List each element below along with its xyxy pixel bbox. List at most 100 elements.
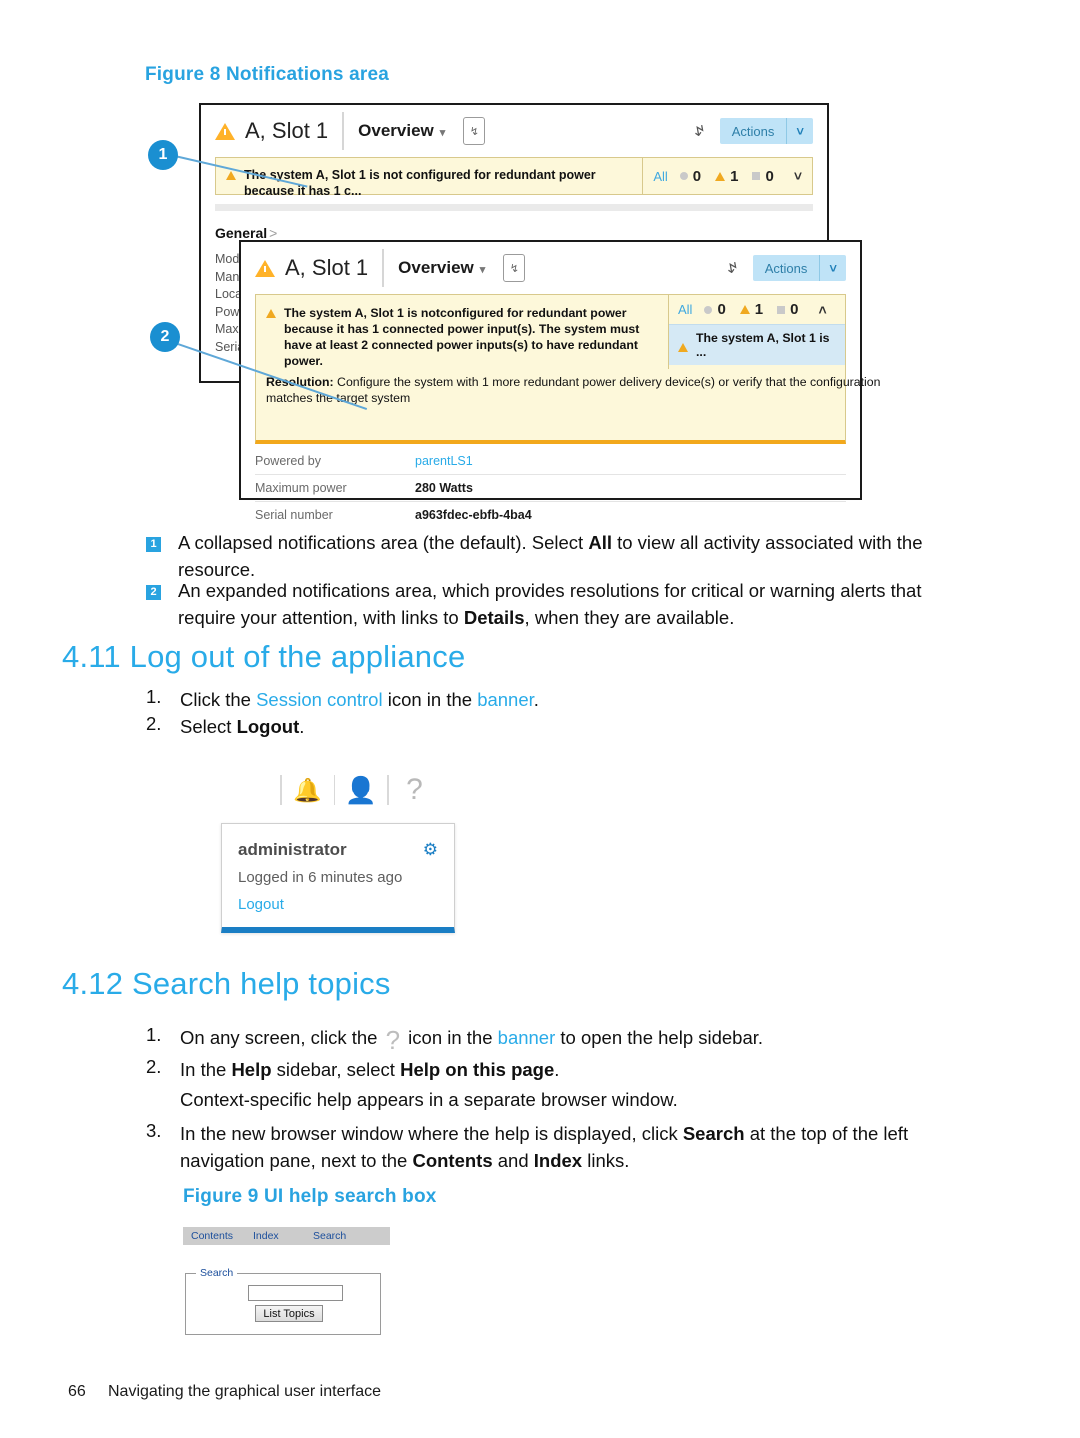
all-filter-link[interactable]: All bbox=[653, 169, 667, 184]
banner-link[interactable]: banner bbox=[498, 1027, 556, 1048]
share-icon[interactable]: ↯ bbox=[693, 122, 706, 140]
tab-search[interactable]: Search bbox=[313, 1230, 346, 1242]
panel2-notification-area: The system A, Slot 1 is notconfigured fo… bbox=[255, 294, 880, 444]
chevron-down-icon: ▾ bbox=[439, 127, 446, 139]
ok-count: 0 bbox=[692, 167, 702, 185]
panel1-view-label: Overview bbox=[358, 121, 434, 140]
detail-value: 280 Watts bbox=[415, 481, 473, 495]
step-number: 2. bbox=[146, 713, 162, 734]
ok-status-icon bbox=[679, 172, 688, 180]
session-control-link[interactable]: Session control bbox=[256, 689, 382, 710]
list-topics-button[interactable]: List Topics bbox=[255, 1305, 323, 1322]
detail-value: a963fdec-ebfb-4ba4 bbox=[415, 508, 532, 522]
panel2-notification-list-item[interactable]: The system A, Slot 1 is ... bbox=[669, 324, 845, 365]
section-4-12-step-2-note: Context-specific help appears in a separ… bbox=[180, 1089, 678, 1110]
section-4-12-heading: 4.12 Search help topics bbox=[62, 966, 391, 1001]
panel2-notification-message: The system A, Slot 1 is notconfigured fo… bbox=[256, 295, 668, 369]
warning-triangle-icon bbox=[215, 122, 235, 140]
section-4-12-step-3: In the new browser window where the help… bbox=[180, 1123, 909, 1171]
warning-count: 1 bbox=[754, 301, 764, 318]
warning-status-icon bbox=[715, 171, 726, 181]
callout-1: 1 bbox=[148, 140, 178, 170]
session-username: administrator bbox=[238, 840, 347, 859]
session-menu-header: administrator ⚙ bbox=[238, 840, 438, 860]
tab-contents[interactable]: Contents bbox=[191, 1230, 253, 1242]
footer-page-number: 66 bbox=[68, 1383, 86, 1400]
resolution-text: Configure the system with 1 more redunda… bbox=[266, 375, 881, 405]
panel2-notification-counts: All 0 1 0 ˄ bbox=[669, 295, 845, 324]
panel1-general-section[interactable]: General > bbox=[215, 225, 827, 241]
chevron-right-icon: > bbox=[269, 225, 278, 241]
panel1-notification-text: The system A, Slot 1 is not configured f… bbox=[244, 168, 596, 198]
banner-icon-group: 🔔 👤 ? bbox=[280, 768, 441, 812]
actions-label: Actions bbox=[731, 123, 775, 139]
tab-index[interactable]: Index bbox=[253, 1230, 313, 1242]
panel2-notification-top: The system A, Slot 1 is notconfigured fo… bbox=[256, 295, 845, 369]
footer-chapter: Navigating the graphical user interface bbox=[108, 1383, 382, 1400]
general-label: General bbox=[215, 225, 268, 241]
panel1-actions-button[interactable]: Actions ˅ bbox=[719, 118, 813, 144]
panel1-notification-bar[interactable]: The system A, Slot 1 is not configured f… bbox=[215, 157, 813, 198]
warning-triangle-icon bbox=[226, 171, 236, 180]
session-control-menu: administrator ⚙ Logged in 6 minutes ago … bbox=[221, 823, 455, 933]
expand-chevron-down-icon[interactable]: ˅ bbox=[794, 168, 802, 184]
page-share-icon[interactable]: ↯ bbox=[503, 254, 526, 282]
panel1-view-selector[interactable]: Overview ▾ bbox=[358, 121, 445, 141]
legend-item-2-text: An expanded notifications area, which pr… bbox=[178, 580, 922, 628]
legend-item-1-text: A collapsed notifications area (the defa… bbox=[178, 532, 923, 580]
share-icon[interactable]: ↯ bbox=[726, 259, 739, 277]
step-number: 1. bbox=[146, 1024, 162, 1045]
ok-status-icon bbox=[704, 305, 713, 314]
detail-value-link[interactable]: parentLS1 bbox=[415, 454, 473, 468]
page-share-icon[interactable]: ↯ bbox=[463, 117, 486, 145]
ok-count: 0 bbox=[717, 301, 726, 318]
callout-2: 2 bbox=[150, 322, 180, 352]
panel2-notification-sidebar: All 0 1 0 ˄ The system A, Slot 1 is ... bbox=[668, 295, 845, 369]
session-logged-in-text: Logged in 6 minutes ago bbox=[238, 869, 403, 886]
detail-key: Maximum power bbox=[255, 481, 347, 495]
search-fieldset-label: Search bbox=[196, 1267, 238, 1279]
detail-key: Powered by bbox=[255, 454, 322, 468]
step-number: 2. bbox=[146, 1056, 162, 1077]
panel2-list-item-text: The system A, Slot 1 is ... bbox=[696, 331, 830, 359]
warning-triangle-icon bbox=[266, 309, 276, 318]
chevron-down-icon[interactable]: ˅ bbox=[820, 261, 846, 276]
chevron-down-icon: ▾ bbox=[479, 264, 486, 276]
warning-status-icon bbox=[739, 305, 750, 314]
help-nav-tabs: Contents Index Search bbox=[183, 1227, 390, 1245]
all-filter-link[interactable]: All bbox=[678, 302, 692, 317]
detail-key: Serial number bbox=[255, 508, 333, 522]
panel2-resolution: Resolution: Configure the system with 1 … bbox=[266, 374, 886, 406]
logout-link[interactable]: Logout bbox=[238, 896, 438, 913]
panel2-header: A, Slot 1 Overview ▾ ↯ ↯ Actions ˅ bbox=[241, 242, 860, 294]
warning-count: 1 bbox=[730, 167, 739, 185]
panel1-notification-message: The system A, Slot 1 is not configured f… bbox=[216, 158, 642, 198]
panel2-notification-text: The system A, Slot 1 is notconfigured fo… bbox=[284, 306, 640, 368]
panel1-progress-divider bbox=[215, 204, 813, 211]
panel1-resource-title: A, Slot 1 bbox=[245, 118, 329, 143]
warning-triangle-icon bbox=[678, 342, 688, 352]
section-4-12-step-1: On any screen, click the ? icon in the b… bbox=[180, 1025, 764, 1055]
figure8-panel-expanded: A, Slot 1 Overview ▾ ↯ ↯ Actions ˅ The sy… bbox=[239, 240, 880, 522]
header-divider bbox=[382, 249, 385, 287]
section-4-12-step-2: In the Help sidebar, select Help on this… bbox=[180, 1059, 560, 1080]
collapse-chevron-up-icon[interactable]: ˄ bbox=[818, 302, 826, 318]
section-4-11-step-2: Select Logout. bbox=[180, 716, 305, 737]
panel1-notification-counts: All 0 1 0 ˅ bbox=[642, 158, 812, 194]
bell-icon[interactable]: 🔔 bbox=[282, 778, 334, 802]
unknown-status-icon bbox=[777, 305, 786, 314]
detail-row: Serial number a963fdec-ebfb-4ba4 bbox=[255, 502, 846, 528]
unknown-count: 0 bbox=[765, 167, 774, 185]
unknown-count: 0 bbox=[790, 301, 799, 318]
panel1-header: A, Slot 1 Overview ▾ ↯ ↯ Actions ˅ bbox=[201, 105, 827, 157]
section-4-11-heading: 4.11 Log out of the appliance bbox=[62, 639, 466, 674]
document-page: Figure 8 Notifications area A, Slot 1 Ov… bbox=[0, 0, 1080, 1438]
user-icon[interactable]: 👤 bbox=[335, 777, 387, 803]
chevron-down-icon[interactable]: ˅ bbox=[787, 124, 813, 139]
panel2-view-selector[interactable]: Overview ▾ bbox=[398, 258, 485, 278]
banner-link[interactable]: banner bbox=[477, 689, 534, 710]
question-mark-icon[interactable]: ? bbox=[389, 775, 441, 805]
gear-icon[interactable]: ⚙ bbox=[423, 840, 438, 860]
panel2-actions-button[interactable]: Actions ˅ bbox=[752, 255, 846, 281]
search-input[interactable] bbox=[248, 1285, 343, 1301]
